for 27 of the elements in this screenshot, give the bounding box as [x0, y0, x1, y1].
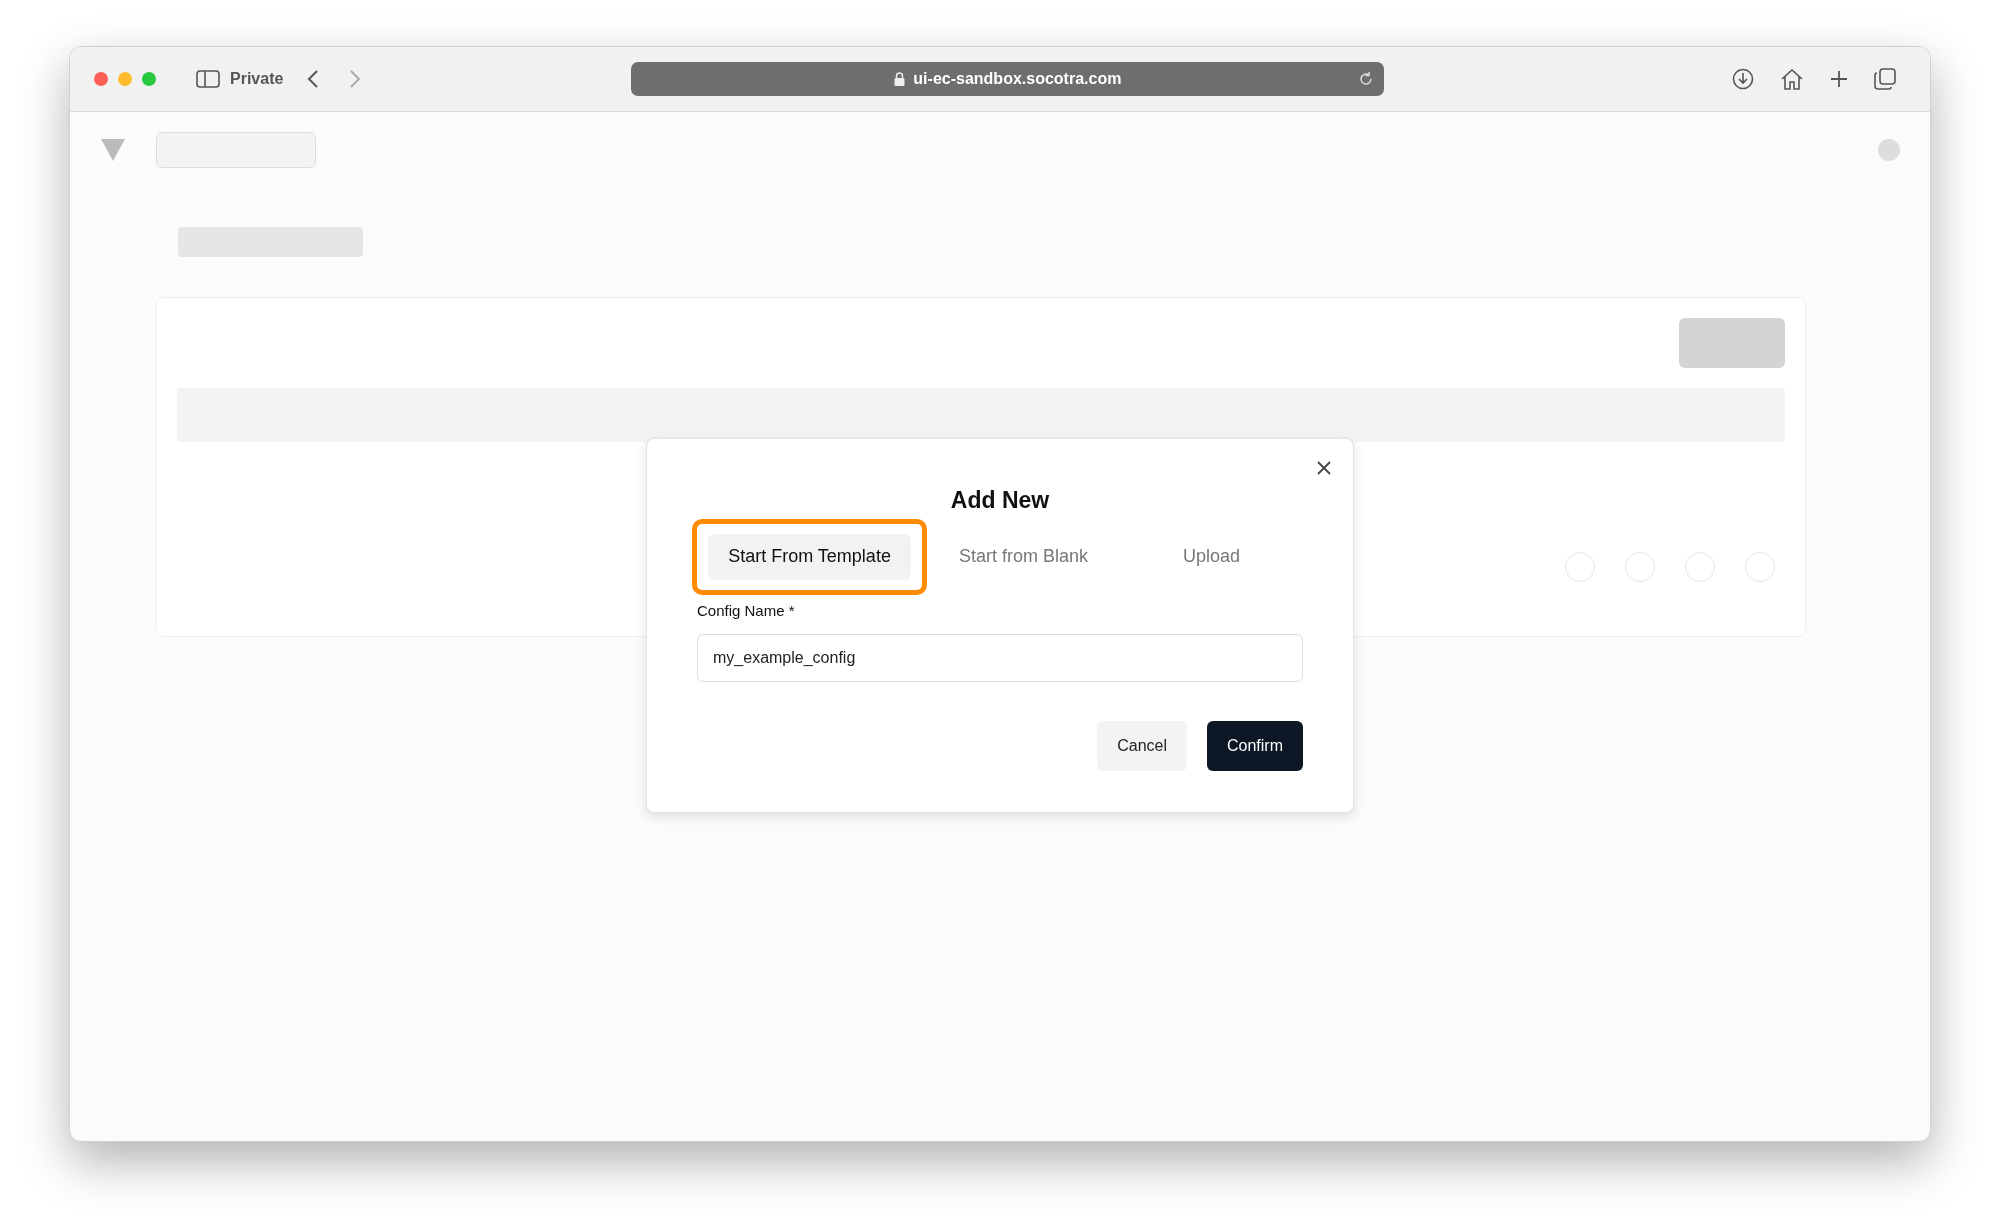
confirm-button[interactable]: Confirm	[1207, 721, 1303, 771]
download-icon[interactable]	[1732, 68, 1754, 90]
tab[interactable]: Upload	[1162, 533, 1260, 580]
home-icon[interactable]	[1780, 68, 1804, 90]
zoom-window-button[interactable]	[142, 72, 156, 86]
tabs-overview-icon[interactable]	[1874, 68, 1896, 90]
forward-icon[interactable]	[349, 69, 362, 89]
plus-icon[interactable]	[1830, 70, 1848, 88]
logo-icon	[100, 137, 126, 162]
user-avatar[interactable]	[1878, 138, 1900, 161]
dialog-title: Add New	[949, 486, 1051, 515]
lock-icon	[894, 72, 906, 86]
cancel-button[interactable]: Cancel	[1097, 721, 1187, 771]
field-label: Config Name *	[697, 600, 796, 621]
close-icon[interactable]	[1317, 461, 1331, 475]
address-bar[interactable]: ui-ec-sandbox.socotra.com	[631, 62, 1385, 96]
sidebar-icon[interactable]	[196, 70, 220, 88]
tab[interactable]: Start From Template	[708, 533, 911, 580]
close-window-button[interactable]	[94, 72, 108, 86]
reload-icon[interactable]	[1358, 71, 1375, 87]
private-label: Private	[230, 69, 284, 89]
back-icon[interactable]	[307, 69, 320, 89]
workspace-dropdown[interactable]	[156, 131, 316, 168]
config-name-field[interactable]: my_example_config	[697, 634, 1303, 682]
tab[interactable]: Start from Blank	[938, 533, 1108, 580]
url-text: ui-ec-sandbox.socotra.com	[913, 69, 1122, 89]
minimize-window-button[interactable]	[118, 72, 132, 86]
